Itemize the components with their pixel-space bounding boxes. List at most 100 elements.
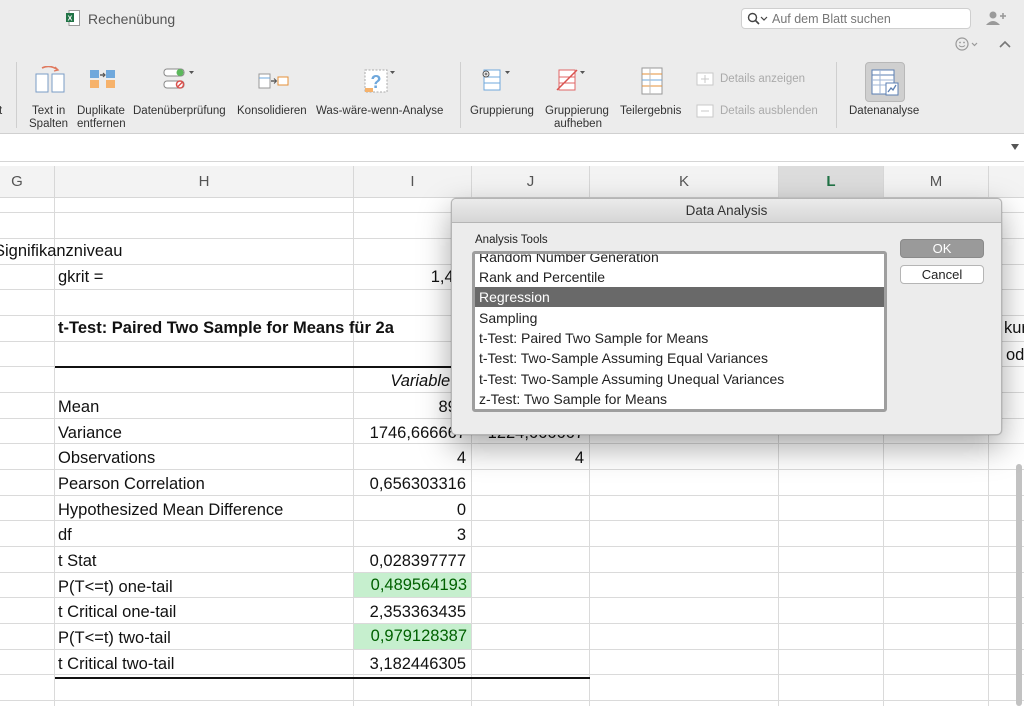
text-to-columns-icon xyxy=(35,66,65,93)
row-value-2: 4 xyxy=(574,449,584,467)
row-value: 891 xyxy=(356,395,466,420)
sheet-search-box[interactable] xyxy=(741,8,971,29)
table-top-rule xyxy=(55,366,475,368)
ribbon-partial-button[interactable]: t xyxy=(0,38,6,134)
ungroup-icon xyxy=(556,69,585,91)
gkrit-label: gkrit = xyxy=(58,268,104,286)
title-bar: X Rechenübung xyxy=(0,0,1024,38)
feedback-smiley-icon[interactable] xyxy=(955,37,985,51)
consolidate-label: Konsolidieren xyxy=(237,105,307,117)
subtotal-icon xyxy=(641,67,663,95)
list-item-selected[interactable]: Regression xyxy=(475,287,884,307)
column-header-l[interactable]: L xyxy=(779,166,884,198)
subtotal-label: Teilergebnis xyxy=(620,105,682,117)
data-analysis-tile xyxy=(865,62,905,102)
search-icon[interactable] xyxy=(747,12,769,26)
ribbon-data-tab: t Text in Spalten Duplikate entfernen Da… xyxy=(0,37,1024,134)
search-input[interactable] xyxy=(772,10,962,27)
list-item[interactable]: t-Test: Paired Two Sample for Means xyxy=(475,328,884,348)
excel-document-icon: X xyxy=(66,10,80,26)
dialog-title: Data Analysis xyxy=(452,199,1001,223)
group-icon xyxy=(482,69,510,91)
data-analysis-icon xyxy=(871,69,899,96)
row-value: 0,489564193 xyxy=(370,576,467,594)
cancel-button[interactable]: Cancel xyxy=(900,265,984,284)
partial-cell-m1-top: kur xyxy=(1004,319,1024,337)
vertical-scrollbar[interactable] xyxy=(1016,464,1022,706)
column-header-h[interactable]: H xyxy=(55,166,354,198)
chevron-up-icon[interactable] xyxy=(998,38,1012,50)
row-label: Pearson Correlation xyxy=(58,475,205,493)
list-item[interactable]: Rank and Percentile xyxy=(475,267,884,287)
column-header-j[interactable]: J xyxy=(472,166,590,198)
row-value: 0,979128387 xyxy=(370,627,467,645)
what-if-analysis-button[interactable]: ? Was-wäre-wenn-Analyse xyxy=(315,38,453,134)
what-if-analysis-label: Was-wäre-wenn-Analyse xyxy=(316,105,444,117)
list-item[interactable]: t-Test: Two-Sample Assuming Unequal Vari… xyxy=(475,369,884,389)
hide-detail-label: Details ausblenden xyxy=(720,105,818,117)
list-item[interactable]: Sampling xyxy=(475,308,884,328)
list-item[interactable]: t-Test: Two-Sample Assuming Equal Varian… xyxy=(475,348,884,368)
text-to-columns-button[interactable]: Text in Spalten xyxy=(24,38,76,134)
column-header-k[interactable]: K xyxy=(590,166,779,198)
consolidate-icon xyxy=(258,73,289,89)
remove-duplicates-label-1: Duplikate xyxy=(77,105,125,117)
ribbon-separator xyxy=(460,62,461,128)
data-validation-button[interactable]: Datenüberprüfung xyxy=(132,38,232,134)
row-value: 3 xyxy=(456,526,466,544)
formula-bar[interactable] xyxy=(0,134,1024,162)
data-validation-label: Datenüberprüfung xyxy=(133,105,226,117)
row-label: Variance xyxy=(58,424,122,442)
ribbon-separator xyxy=(836,62,837,128)
grid-line xyxy=(0,700,1024,701)
chevron-down-icon[interactable] xyxy=(1010,143,1020,151)
svg-text:X: X xyxy=(68,16,73,23)
add-person-icon[interactable] xyxy=(985,10,1007,26)
analysis-tools-label: Analysis Tools xyxy=(475,234,548,246)
row-value: 1746,666667 xyxy=(369,424,466,442)
show-detail-label: Details anzeigen xyxy=(720,73,806,85)
row-value: 0,656303316 xyxy=(369,475,466,493)
row-value: 3,182446305 xyxy=(369,655,466,673)
row-label: Hypothesized Mean Difference xyxy=(58,501,284,519)
remove-duplicates-label-2: entfernen xyxy=(77,118,126,130)
data-analysis-button[interactable]: Datenanalyse xyxy=(846,38,926,134)
list-item[interactable]: Random Number Generation xyxy=(475,254,884,267)
text-to-columns-label-2: Spalten xyxy=(29,118,69,130)
test-title: t-Test: Paired Two Sample for Means für … xyxy=(58,319,394,337)
list-item[interactable]: z-Test: Two Sample for Means xyxy=(475,389,884,409)
column-header-g[interactable]: G xyxy=(0,166,55,198)
highlighted-cell: 0,979128387 xyxy=(354,624,471,649)
show-detail-icon xyxy=(696,72,714,86)
column-header-m[interactable]: M xyxy=(884,166,989,198)
row-value: 0,028397777 xyxy=(369,552,466,570)
group-button[interactable]: Gruppierung xyxy=(468,38,540,134)
row-label: Mean xyxy=(58,398,100,416)
row-value: 0 xyxy=(456,501,466,519)
ribbon-partial-label: t xyxy=(0,105,3,117)
ungroup-button[interactable]: Gruppierung aufheben xyxy=(543,38,615,134)
row-label: df xyxy=(58,526,72,544)
row-value: 2,353363435 xyxy=(369,603,466,621)
text-to-columns-label-1: Text in xyxy=(32,105,66,117)
subtotal-button[interactable]: Teilergebnis xyxy=(618,38,688,134)
row-label: P(T<=t) one-tail xyxy=(58,578,173,596)
hide-detail-button[interactable]: Details ausblenden xyxy=(696,104,826,120)
hide-detail-icon xyxy=(696,104,714,118)
analysis-tools-list[interactable]: Random Number Generation Rank and Percen… xyxy=(472,251,887,412)
ok-button[interactable]: OK xyxy=(900,239,984,258)
row-label: t Critical one-tail xyxy=(58,603,177,621)
row-label: P(T<=t) two-tail xyxy=(58,629,171,647)
significance-label: Signifikanzniveau xyxy=(0,242,123,260)
partial-cell-m1: od xyxy=(1006,346,1024,364)
consolidate-button[interactable]: Konsolidieren xyxy=(236,38,314,134)
data-validation-icon xyxy=(163,68,194,89)
remove-duplicates-button[interactable]: Duplikate entfernen xyxy=(76,38,130,134)
highlighted-cell: 0,489564193 xyxy=(354,573,471,597)
row-label: Observations xyxy=(58,449,156,467)
what-if-analysis-icon: ? xyxy=(364,69,395,93)
ribbon-separator xyxy=(16,62,17,128)
column-header-i[interactable]: I xyxy=(354,166,472,198)
variable-1-header: Variable 1 xyxy=(390,372,464,390)
show-detail-button[interactable]: Details anzeigen xyxy=(696,72,826,88)
